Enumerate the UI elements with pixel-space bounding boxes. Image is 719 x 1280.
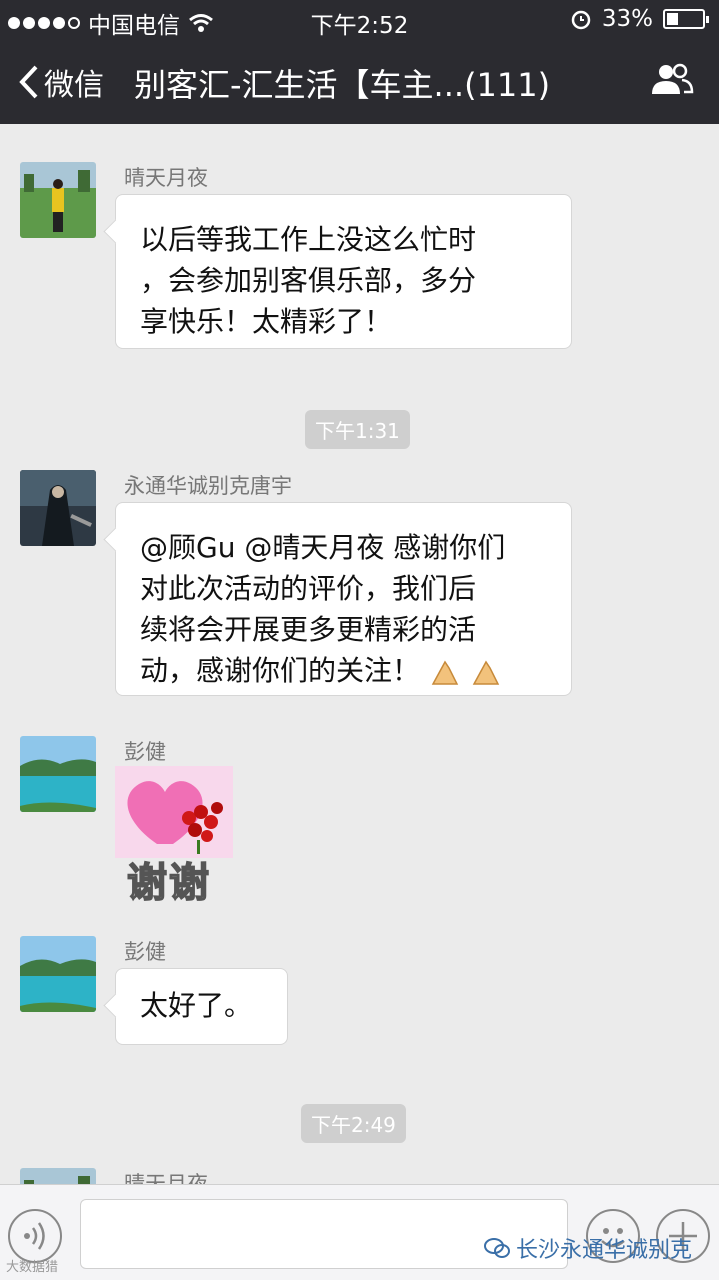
back-label: 微信	[44, 68, 104, 103]
back-button[interactable]: 微信	[18, 60, 104, 104]
sender-name: 永通华诚别克唐宇	[124, 474, 292, 498]
avatar[interactable]	[20, 470, 96, 546]
avatar[interactable]	[20, 936, 96, 1012]
folded-hands-emoji-icon	[472, 660, 500, 685]
folded-hands-emoji-icon	[431, 660, 459, 685]
watermark: 长沙永通华诚别克	[484, 1232, 692, 1264]
sender-name: 晴天月夜	[124, 1172, 208, 1184]
nav-bar: 微信 别客汇-汇生活【车主...(111)	[0, 40, 719, 124]
watermark-small: 大数据猎	[6, 1260, 59, 1275]
chat-title: 别客汇-汇生活【车主...(111)	[134, 66, 551, 104]
sticker-image[interactable]: 谢谢	[115, 766, 233, 907]
sender-name: 彭健	[124, 740, 166, 764]
message-bubble[interactable]: 以后等我工作上没这么忙时 ，会参加别客俱乐部，多分 享快乐！太精彩了！	[115, 194, 572, 349]
status-bar: 中国电信 下午2:52 33%	[0, 0, 719, 40]
sender-name: 彭健	[124, 940, 166, 964]
wechat-logo-icon	[484, 1238, 510, 1258]
battery-icon	[663, 9, 709, 29]
timestamp: 下午1:31	[305, 410, 410, 449]
sticker-caption: 谢谢	[126, 859, 211, 907]
chevron-left-icon	[19, 65, 38, 99]
message-bubble[interactable]: 太好了。	[115, 968, 288, 1045]
avatar[interactable]	[20, 162, 96, 238]
voice-icon	[24, 1222, 45, 1250]
alarm-clock-icon	[571, 10, 591, 30]
chat-area[interactable]: 晴天月夜 以后等我工作上没这么忙时 ，会参加别客俱乐部，多分 享快乐！太精彩了！…	[0, 124, 719, 1184]
sender-name: 晴天月夜	[124, 166, 208, 190]
avatar[interactable]	[20, 736, 96, 812]
message-bubble[interactable]: @顾Gu @晴天月夜 感谢你们 对此次活动的评价，我们后 续将会开展更多更精彩的…	[115, 502, 572, 696]
people-icon	[652, 63, 694, 94]
voice-button[interactable]	[8, 1209, 62, 1263]
battery-percent: 33%	[601, 6, 653, 32]
timestamp: 下午2:49	[301, 1104, 406, 1143]
avatar[interactable]	[20, 1168, 96, 1184]
group-members-button[interactable]	[649, 62, 695, 102]
